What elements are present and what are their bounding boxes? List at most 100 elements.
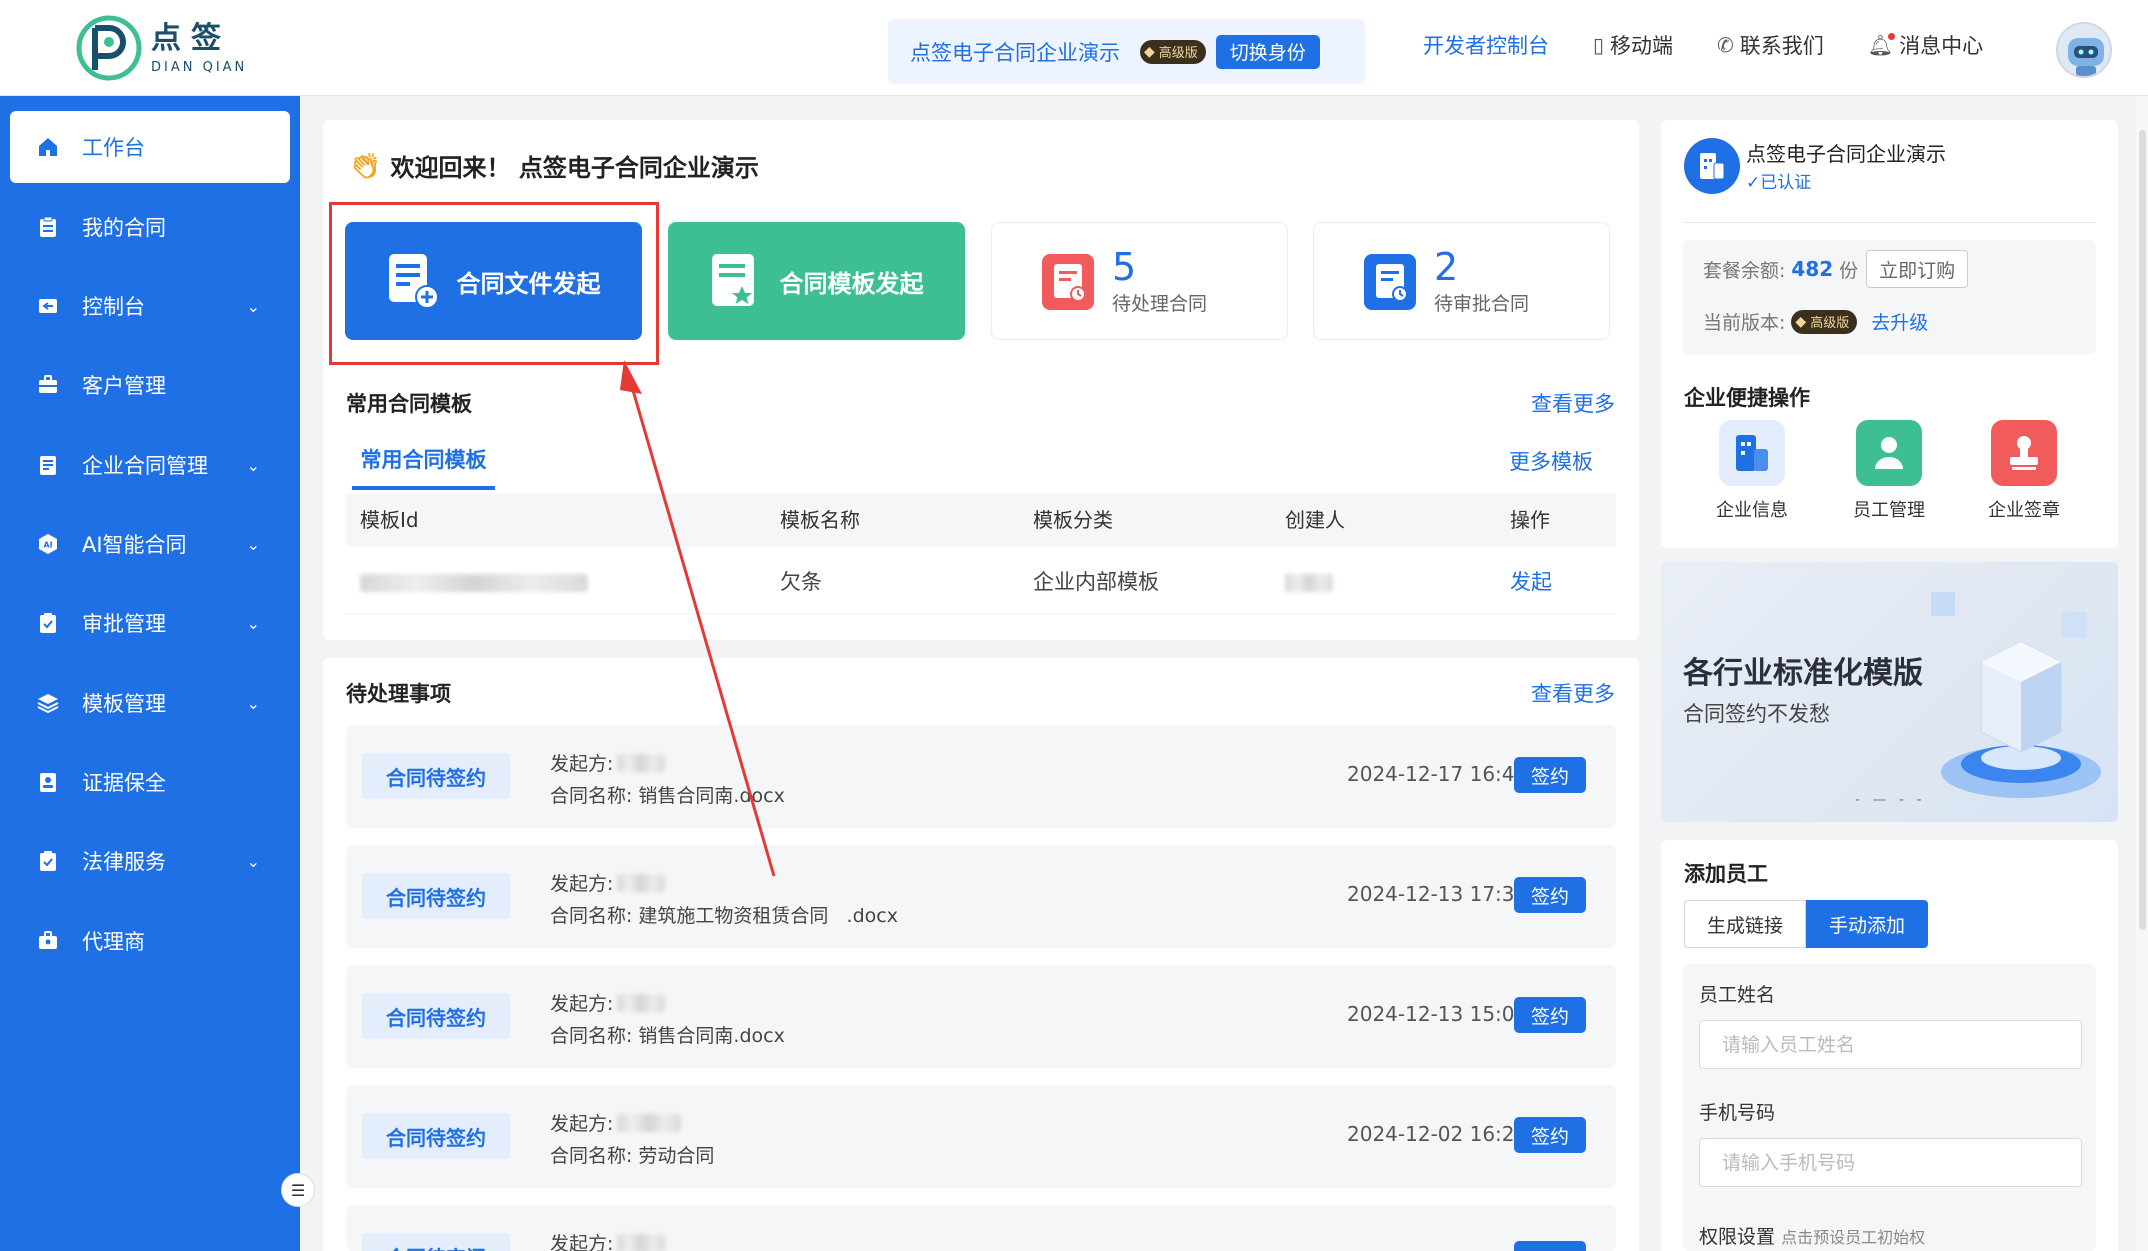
- building-icon: [1700, 153, 1725, 180]
- contract-name: 建筑施工物资租赁合同 .docx: [638, 905, 898, 927]
- carousel-dots[interactable]: - — - -: [1855, 792, 1926, 808]
- redacted-sender: [617, 993, 666, 1012]
- promo-banner[interactable]: 各行业标准化模版 合同签约不发愁 - — - -: [1661, 562, 2118, 822]
- sign-button[interactable]: 签约: [1514, 757, 1586, 793]
- contract-template-start-button[interactable]: 合同模板发起: [668, 222, 965, 340]
- sidebar-item-label: AI智能合同: [82, 533, 187, 557]
- approval-count: 2: [1434, 244, 1459, 289]
- todo-date: 2024-12-13 17:30: [1347, 882, 1528, 906]
- sidebar-item-customers[interactable]: 客户管理: [10, 349, 290, 421]
- sidebar-item-label: 客户管理: [82, 374, 166, 398]
- agent-icon: [36, 929, 60, 953]
- sidebar-item-legal[interactable]: 法律服务 ⌄: [10, 825, 290, 897]
- phone-input[interactable]: [1699, 1138, 2082, 1187]
- list-item[interactable]: 合同待签约 发起方: 合同名称: 劳动合同 2024-12-02 16:24 签约: [346, 1085, 1616, 1188]
- templates-table-header: 模板Id 模板名称 模板分类 创建人 操作: [346, 494, 1616, 546]
- nav-contact[interactable]: ✆ 联系我们: [1717, 30, 1824, 60]
- awaiting-approval-card[interactable]: 2 待审批合同: [1313, 222, 1610, 340]
- todo-view-more-link[interactable]: 查看更多: [1531, 678, 1615, 708]
- version-badge: ◆ 高级版: [1140, 39, 1206, 64]
- phone-label: 手机号码: [1699, 1102, 1776, 1124]
- templates-view-more-link[interactable]: 查看更多: [1531, 388, 1615, 418]
- todo-date: 2024-12-17 16:47: [1347, 762, 1528, 786]
- quick-actions-title: 企业便捷操作: [1684, 386, 1810, 410]
- robot-avatar-icon: [2068, 38, 2104, 76]
- sidebar-item-ai-contract[interactable]: AI AI智能合同 ⌄: [10, 508, 290, 580]
- list-item[interactable]: 合同待签约 发起方: 合同名称: 销售合同南.docx 2024-12-13 15…: [346, 965, 1616, 1068]
- clap-icon: 👏︎: [350, 151, 381, 180]
- divider: [1683, 222, 2096, 223]
- sidebar-item-my-contracts[interactable]: 我的合同: [10, 191, 290, 263]
- nav-mobile[interactable]: ▯ 移动端: [1593, 30, 1673, 60]
- redacted-template-id: [360, 574, 588, 592]
- annotation-arrow: [620, 360, 776, 877]
- sidebar-item-evidence[interactable]: 证据保全: [10, 746, 290, 818]
- company-name: 点签电子合同企业演示: [1746, 142, 1946, 166]
- highlight-annotation-box: [329, 202, 659, 365]
- scrollbar-thumb[interactable]: [2139, 130, 2146, 930]
- templates-section-title: 常用合同模板: [346, 392, 472, 416]
- quick-company-seal[interactable]: 企业签章: [1974, 420, 2074, 522]
- sidebar-item-templates[interactable]: 模板管理 ⌄: [10, 667, 290, 739]
- template-category-cell: 企业内部模板: [1033, 570, 1159, 594]
- company-logo: [1684, 138, 1740, 194]
- top-nav: 开发者控制台 ▯ 移动端 ✆ 联系我们 🔔︎ 消息中心: [1423, 30, 2027, 60]
- logo-text-cn: 点签: [151, 20, 231, 56]
- collapse-sidebar-icon[interactable]: ☰: [281, 1173, 315, 1207]
- identity-name[interactable]: 点签电子合同企业演示: [910, 37, 1120, 67]
- diamond-icon: ◆: [1144, 43, 1155, 60]
- quick-staff-management[interactable]: 员工管理: [1839, 420, 1939, 522]
- svg-text:AI: AI: [43, 541, 52, 550]
- switch-identity-button[interactable]: 切换身份: [1215, 34, 1320, 69]
- sidebar-item-label: 企业合同管理: [82, 454, 208, 478]
- sidebar-item-enterprise-contracts[interactable]: 企业合同管理 ⌄: [10, 429, 290, 501]
- nav-developer-console[interactable]: 开发者控制台: [1423, 30, 1549, 60]
- buy-now-button[interactable]: 立即订购: [1866, 250, 1969, 288]
- verified-badge: ✓已认证: [1746, 173, 1812, 193]
- logo-text-en: DIAN QIAN: [151, 59, 248, 75]
- mobile-icon: ▯: [1593, 33, 1605, 57]
- quota-number: 482: [1791, 257, 1834, 281]
- sign-button[interactable]: 签约: [1514, 1117, 1586, 1153]
- col-action: 操作: [1510, 508, 1550, 532]
- evidence-icon: [36, 770, 60, 794]
- col-creator: 创建人: [1285, 508, 1345, 532]
- list-item[interactable]: 合同待签约 发起方: 合同名称: 销售合同南.docx 2024-12-17 16…: [346, 725, 1616, 828]
- upgrade-link[interactable]: 去升级: [1871, 308, 1928, 335]
- pending-contracts-card[interactable]: 5 待处理合同: [991, 222, 1288, 340]
- sidebar-item-approval[interactable]: 审批管理 ⌄: [10, 587, 290, 659]
- sidebar-item-label: 工作台: [82, 136, 145, 160]
- review-button[interactable]: 审阅: [1514, 1241, 1586, 1251]
- nav-messages[interactable]: 🔔︎ 消息中心: [1868, 30, 1983, 60]
- list-item[interactable]: 合同待签约 发起方: 合同名称: 建筑施工物资租赁合同 .docx 2024-12…: [346, 845, 1616, 948]
- tab-generate-link[interactable]: 生成链接: [1684, 900, 1807, 948]
- logo[interactable]: 点签 DIAN QIAN: [75, 14, 247, 82]
- diamond-icon: ◆: [1795, 313, 1807, 330]
- table-row: 欠条 企业内部模板 发起: [346, 550, 1616, 614]
- todo-date: 2024-12-13 15:04: [1347, 1002, 1528, 1026]
- tab-manual-add[interactable]: 手动添加: [1806, 900, 1929, 948]
- list-item[interactable]: 合同待审阅 发起方: 审阅: [346, 1205, 1616, 1251]
- tab-common-templates[interactable]: 常用合同模板: [352, 444, 495, 490]
- sidebar-item-workbench[interactable]: 工作台: [10, 111, 290, 183]
- more-templates-link[interactable]: 更多模板: [1509, 446, 1593, 476]
- avatar[interactable]: [2056, 22, 2112, 78]
- sign-button[interactable]: 签约: [1514, 877, 1586, 913]
- quick-company-info[interactable]: 企业信息: [1702, 420, 1802, 522]
- staff-name-input[interactable]: [1699, 1020, 2082, 1069]
- status-badge: 合同待签约: [362, 873, 510, 919]
- sidebar: 工作台 我的合同 控制台 ⌄ 客户管理 企业合同管理 ⌄ AI AI智能合同 ⌄…: [0, 96, 300, 1251]
- todo-date: 2024-12-02 16:24: [1347, 1122, 1528, 1146]
- sign-button[interactable]: 签约: [1514, 997, 1586, 1033]
- sidebar-item-label: 我的合同: [82, 216, 166, 240]
- col-template-category: 模板分类: [1033, 508, 1113, 532]
- sidebar-item-label: 代理商: [82, 930, 145, 954]
- sidebar-item-agents[interactable]: 代理商: [10, 905, 290, 977]
- sidebar-item-console[interactable]: 控制台 ⌄: [10, 270, 290, 342]
- clipboard-icon: [36, 215, 60, 239]
- template-start-link[interactable]: 发起: [1510, 550, 1552, 614]
- ai-icon: AI: [36, 532, 60, 556]
- permission-label: 权限设置 点击预设员工初始权: [1699, 1226, 1926, 1248]
- home-icon: [36, 135, 60, 159]
- chevron-down-icon: ⌄: [246, 851, 260, 871]
